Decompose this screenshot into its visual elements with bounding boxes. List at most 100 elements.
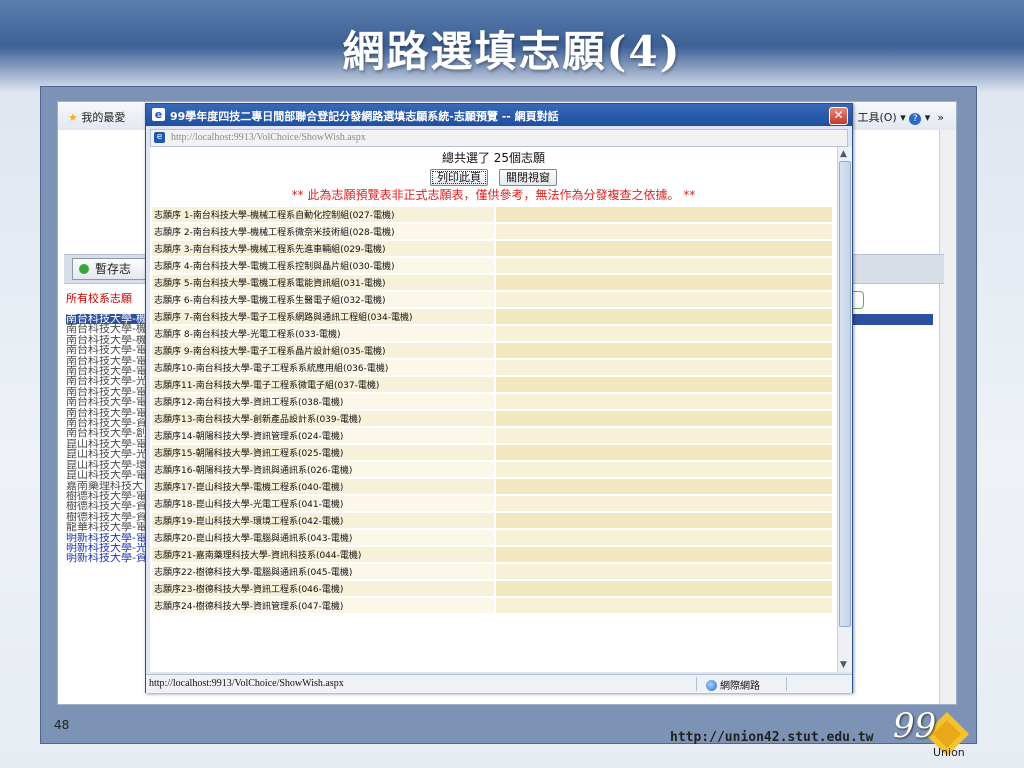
department-list-item[interactable]: 南台科技大學-電	[66, 356, 156, 366]
department-list-item[interactable]: 嘉南藥理科技大	[66, 481, 156, 491]
department-listbox[interactable]: 南台科技大學-機 南台科技大學-機 南台科技大學-機 南台科技大學-電 南台科技大學-電…	[66, 314, 156, 674]
scroll-down-icon[interactable]: ▼	[840, 660, 847, 670]
scroll-thumb[interactable]	[839, 161, 851, 627]
page-icon: e	[154, 132, 165, 143]
wish-blank-cell	[496, 496, 832, 511]
department-list-item[interactable]: 南台科技大學-創	[66, 428, 156, 438]
wish-blank-cell	[496, 292, 832, 307]
table-row: 志願序13-南台科技大學-創新產品設計系(039-電機)	[152, 411, 832, 426]
status-divider	[696, 677, 697, 691]
wish-blank-cell	[496, 309, 832, 324]
wish-blank-cell	[496, 275, 832, 290]
wish-blank-cell	[496, 598, 832, 613]
wish-cell: 志願序20-崑山科技大學-電腦與通訊系(043-電機)	[152, 530, 494, 545]
wish-blank-cell	[496, 530, 832, 545]
wish-cell: 志願序13-南台科技大學-創新產品設計系(039-電機)	[152, 411, 494, 426]
favorites-label: 我的最愛	[81, 111, 126, 124]
wish-blank-cell	[496, 513, 832, 528]
wish-cell: 志願序 2-南台科技大學-機械工程系微奈米技術組(028-電機)	[152, 224, 494, 239]
department-list-item[interactable]: 龍華科技大學-電	[66, 522, 156, 532]
department-list-item[interactable]: 南台科技大學-電	[66, 408, 156, 418]
wish-blank-cell	[496, 343, 832, 358]
dialog-scrollbar[interactable]: ▲ ▼	[837, 147, 852, 672]
department-list-item[interactable]: 崑山科技大學-環	[66, 460, 156, 470]
preview-dialog: e 99學年度四技二專日間部聯合登記分發網路選填志願系統-志願預覽 -- 網頁對…	[145, 103, 853, 693]
status-bar: http://localhost:9913/VolChoice/ShowWish…	[146, 674, 852, 693]
wish-cell: 志願序 1-南台科技大學-機械工程系自動化控制組(027-電機)	[152, 207, 494, 222]
wish-cell: 志願序18-崑山科技大學-光電工程系(041-電機)	[152, 496, 494, 511]
table-row: 志願序 4-南台科技大學-電機工程系控制與晶片組(030-電機)	[152, 258, 832, 273]
wish-blank-cell	[496, 564, 832, 579]
department-list-item[interactable]: 南台科技大學-電	[66, 387, 156, 397]
department-list-item[interactable]: 南台科技大學-機	[66, 314, 156, 325]
wish-cell: 志願序19-崑山科技大學-環境工程系(042-電機)	[152, 513, 494, 528]
wish-cell: 志願序14-朝陽科技大學-資訊管理系(024-電機)	[152, 428, 494, 443]
wish-cell: 志願序 5-南台科技大學-電機工程系電能資訊組(031-電機)	[152, 275, 494, 290]
table-row: 志願序16-朝陽科技大學-資訊與通訊系(026-電機)	[152, 462, 832, 477]
table-row: 志願序 1-南台科技大學-機械工程系自動化控制組(027-電機)	[152, 207, 832, 222]
green-frame-edge	[853, 291, 864, 309]
wish-blank-cell	[496, 394, 832, 409]
wish-table: 志願序 1-南台科技大學-機械工程系自動化控制組(027-電機) 志願序 2-南台…	[150, 205, 834, 615]
wish-cell: 志願序12-南台科技大學-資訊工程系(038-電機)	[152, 394, 494, 409]
wish-blank-cell	[496, 326, 832, 341]
wish-cell: 志願序15-朝陽科技大學-資訊工程系(025-電機)	[152, 445, 494, 460]
department-list-item[interactable]: 樹德科技大學-資	[66, 501, 156, 511]
wish-cell: 志願序 6-南台科技大學-電機工程系生醫電子組(032-電機)	[152, 292, 494, 307]
department-list-item[interactable]: 崑山科技大學-光	[66, 449, 156, 459]
zone-label: 網際網路	[720, 681, 760, 692]
table-row: 志願序10-南台科技大學-電子工程系系統應用組(036-電機)	[152, 360, 832, 375]
department-list-item[interactable]: 南台科技大學-電	[66, 366, 156, 376]
department-list-item[interactable]: 南台科技大學-光	[66, 376, 156, 386]
print-page-button[interactable]: 列印此頁	[429, 169, 488, 186]
wish-blank-cell	[496, 581, 832, 596]
table-row: 志願序24-樹德科技大學-資訊管理系(047-電機)	[152, 598, 832, 613]
wish-cell: 志願序 9-南台科技大學-電子工程系晶片設計組(035-電機)	[152, 343, 494, 358]
dialog-title: 99學年度四技二專日間部聯合登記分發網路選填志願系統-志願預覽 -- 網頁對話	[170, 110, 559, 123]
wish-blank-cell	[496, 547, 832, 562]
department-list-item[interactable]: 南台科技大學-機	[66, 335, 156, 345]
department-list-item[interactable]: 明新科技大學-資	[66, 553, 156, 563]
table-row: 志願序23-樹德科技大學-資訊工程系(046-電機)	[152, 581, 832, 596]
scroll-up-icon[interactable]: ▲	[840, 149, 847, 159]
department-list-item[interactable]: 南台科技大學-電	[66, 345, 156, 355]
close-icon[interactable]: ✕	[829, 107, 848, 125]
favorites-link[interactable]: ★ 我的最愛	[68, 109, 125, 125]
close-window-button[interactable]: 關閉視窗	[499, 169, 558, 186]
table-row: 志願序17-崑山科技大學-電機工程系(040-電機)	[152, 479, 832, 494]
footer-url[interactable]: http://union42.stut.edu.tw	[670, 730, 874, 745]
background-scrollbar[interactable]	[939, 130, 956, 704]
table-row: 志願序 5-南台科技大學-電機工程系電能資訊組(031-電機)	[152, 275, 832, 290]
department-list-item[interactable]: 明新科技大學-電	[66, 533, 156, 543]
department-list-item[interactable]: 南台科技大學-電	[66, 397, 156, 407]
department-list-item[interactable]: 南台科技大學-資	[66, 418, 156, 428]
table-row: 志願序18-崑山科技大學-光電工程系(041-電機)	[152, 496, 832, 511]
table-row: 志願序 8-南台科技大學-光電工程系(033-電機)	[152, 326, 832, 341]
save-icon	[79, 264, 89, 274]
status-url: http://localhost:9913/VolChoice/ShowWish…	[149, 678, 344, 689]
wish-blank-cell	[496, 428, 832, 443]
help-icon[interactable]: ?	[909, 113, 922, 125]
table-row: 志願序 7-南台科技大學-電子工程系網路與通訊工程組(034-電機)	[152, 309, 832, 324]
department-list-item[interactable]: 樹德科技大學-資	[66, 512, 156, 522]
dialog-buttons: 列印此頁 關閉視窗	[150, 166, 837, 186]
slide-title: 網路選填志願(4)	[342, 27, 682, 76]
slide-number: 48	[54, 718, 70, 732]
table-row: 志願序 2-南台科技大學-機械工程系微奈米技術組(028-電機)	[152, 224, 832, 239]
wish-cell: 志願序23-樹德科技大學-資訊工程系(046-電機)	[152, 581, 494, 596]
department-list-item[interactable]: 崑山科技大學-電	[66, 439, 156, 449]
table-row: 志願序15-朝陽科技大學-資訊工程系(025-電機)	[152, 445, 832, 460]
logo-text: Union	[933, 746, 965, 759]
tools-label: 工具(O)	[857, 111, 897, 124]
wish-cell: 志願序 4-南台科技大學-電機工程系控制與晶片組(030-電機)	[152, 258, 494, 273]
department-list-item[interactable]: 崑山科技大學-電	[66, 470, 156, 480]
department-list-item[interactable]: 南台科技大學-機	[66, 324, 156, 334]
union-logo: 99 Union	[885, 706, 975, 766]
wish-count-summary: 總共選了 25個志願	[441, 151, 546, 165]
ie-icon: e	[152, 108, 165, 121]
tools-menu[interactable]: 工具(O) ▾ ? ▾ »	[857, 109, 944, 125]
department-list-item[interactable]: 明新科技大學-光	[66, 543, 156, 553]
wish-blank-cell	[496, 462, 832, 477]
wish-cell: 志願序22-樹德科技大學-電腦與通訊系(045-電機)	[152, 564, 494, 579]
department-list-item[interactable]: 樹德科技大學-電	[66, 491, 156, 501]
